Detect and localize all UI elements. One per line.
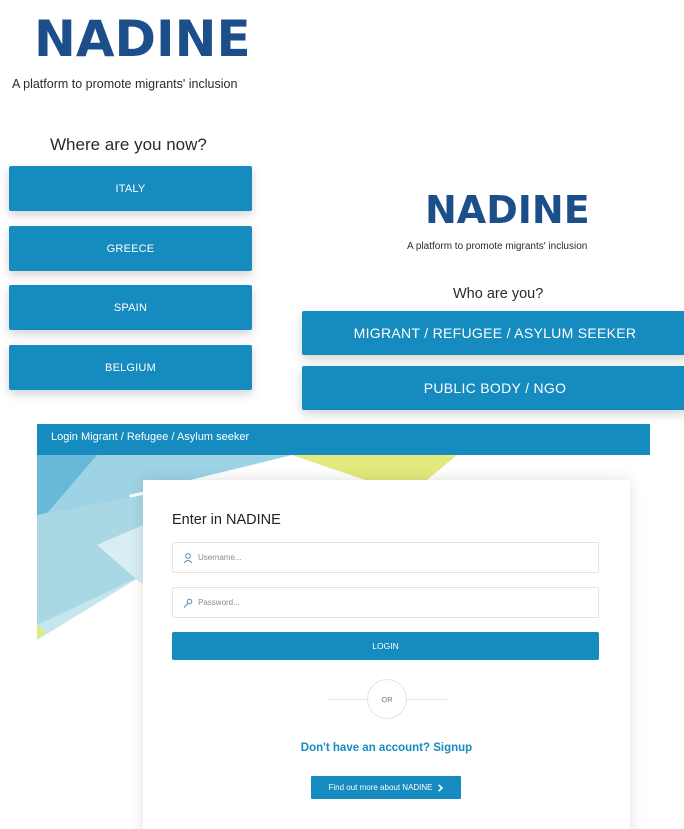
username-field[interactable]: [172, 542, 599, 573]
card-title: Enter in NADINE: [172, 512, 281, 528]
country-button-greece[interactable]: GREECE: [9, 226, 252, 271]
role-button-public-body[interactable]: PUBLIC BODY / NGO: [302, 366, 684, 410]
find-out-more-button[interactable]: Find out more about NADINE: [311, 776, 461, 799]
tagline: A platform to promote migrants' inclusio…: [407, 241, 588, 252]
user-icon: [183, 553, 193, 564]
role-button-migrant[interactable]: MIGRANT / REFUGEE / ASYLUM SEEKER: [302, 311, 684, 355]
or-separator: OR: [367, 679, 407, 719]
signup-link[interactable]: Don't have an account? Signup: [143, 742, 630, 754]
logo-text: NADINE: [425, 188, 590, 232]
nadine-logo-small: NADINE: [425, 189, 590, 231]
logo-text: NADINE: [34, 10, 251, 68]
country-button-belgium[interactable]: BELGIUM: [9, 345, 252, 390]
divider-right: [407, 699, 447, 700]
find-out-more-label: Find out more about NADINE: [328, 783, 433, 792]
password-field[interactable]: [172, 587, 599, 618]
key-icon: [183, 598, 193, 608]
nadine-logo: NADINE: [34, 11, 251, 67]
who-are-you-heading: Who are you?: [453, 286, 544, 302]
username-input[interactable]: [198, 543, 593, 572]
login-header-title: Login Migrant / Refugee / Asylum seeker: [51, 431, 250, 443]
tagline: A platform to promote migrants' inclusio…: [12, 77, 238, 91]
login-panel: Login Migrant / Refugee / Asylum seeker …: [37, 424, 650, 829]
login-card: Enter in NADINE LOGIN OR Don't have an a…: [143, 480, 630, 829]
divider-left: [327, 699, 367, 700]
country-button-spain[interactable]: SPAIN: [9, 285, 252, 330]
login-button[interactable]: LOGIN: [172, 632, 599, 660]
chevron-right-icon: [437, 783, 443, 792]
where-are-you-heading: Where are you now?: [50, 135, 207, 154]
login-header: Login Migrant / Refugee / Asylum seeker: [37, 424, 650, 455]
password-input[interactable]: [198, 588, 593, 617]
country-button-italy[interactable]: ITALY: [9, 166, 252, 211]
